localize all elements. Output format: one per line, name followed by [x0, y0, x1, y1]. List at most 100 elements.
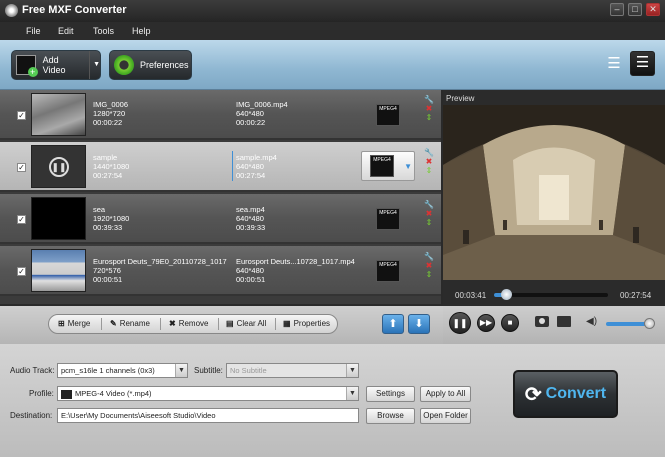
delete-icon[interactable]: ✖: [423, 209, 435, 218]
menu-edit[interactable]: Edit: [58, 26, 74, 36]
output-resolution: 640*480: [236, 162, 264, 171]
remove-button[interactable]: ✖ Remove: [169, 314, 209, 334]
preview-label: Preview: [446, 94, 475, 103]
folder-icon[interactable]: [557, 316, 571, 327]
delete-icon[interactable]: ✖: [423, 261, 435, 270]
camera-icon[interactable]: [535, 316, 549, 327]
source-duration: 00:39:33: [93, 223, 123, 232]
divider: [218, 318, 219, 330]
preferences-button[interactable]: Preferences: [109, 50, 192, 80]
browse-button[interactable]: Browse: [366, 408, 415, 424]
source-info: sample 1440*1080 00:27:54: [93, 153, 129, 180]
arrow-up-icon: ⬆: [388, 318, 398, 330]
preferences-label: Preferences: [140, 60, 189, 70]
format-badge[interactable]: MPEG4: [376, 260, 400, 282]
merge-button[interactable]: ⊞ Merge: [58, 314, 90, 334]
gear-icon: [114, 55, 134, 75]
convert-button[interactable]: ⟳ Convert: [513, 370, 618, 418]
settings-button[interactable]: Settings: [366, 386, 415, 402]
source-resolution: 1440*1080: [93, 162, 130, 171]
file-checkbox[interactable]: ✓: [17, 267, 26, 276]
reorder-icon[interactable]: ⇕: [423, 166, 435, 175]
format-dropdown[interactable]: MPEG4 ▼: [361, 151, 415, 181]
profile-value: MPEG-4 Video (*.mp4): [75, 389, 152, 398]
properties-label: Properties: [293, 319, 331, 328]
output-duration: 00:00:51: [236, 275, 266, 284]
reorder-icon[interactable]: ⇕: [423, 218, 435, 227]
audio-track-select[interactable]: pcm_s16le 1 channels (0x3) ▼: [57, 363, 188, 378]
stop-button[interactable]: ■: [501, 314, 519, 332]
output-duration: 00:27:54: [236, 171, 266, 180]
format-badge[interactable]: MPEG4: [376, 104, 400, 126]
output-info: sea.mp4 640*480 00:39:33: [236, 205, 265, 232]
clear-all-button[interactable]: ▤ Clear All: [226, 314, 266, 334]
source-info: sea 1920*1080 00:39:33: [93, 205, 129, 232]
wrench-icon[interactable]: 🔧: [423, 95, 435, 104]
format-badge-label: MPEG4: [379, 262, 397, 268]
delete-icon[interactable]: ✖: [423, 157, 435, 166]
progress-handle[interactable]: [500, 289, 512, 300]
rename-button[interactable]: ✎ Rename: [110, 314, 150, 334]
file-checkbox[interactable]: ✓: [17, 111, 26, 120]
wrench-icon[interactable]: 🔧: [423, 200, 435, 209]
pause-icon[interactable]: ❚❚: [49, 157, 69, 177]
menu-tools[interactable]: Tools: [93, 26, 114, 36]
wrench-icon[interactable]: 🔧: [423, 252, 435, 261]
edit-caret: [232, 151, 233, 181]
merge-label: Merge: [67, 319, 91, 328]
mpeg-icon: [61, 389, 72, 399]
row-actions: 🔧 ✖ ⇕: [423, 252, 435, 279]
divider: [101, 318, 102, 330]
move-up-button[interactable]: ⬆: [382, 314, 404, 334]
reorder-icon[interactable]: ⇕: [423, 113, 435, 122]
video-thumbnail: [31, 249, 86, 292]
video-thumbnail: ❚❚: [31, 145, 86, 188]
volume-icon[interactable]: ◀): [586, 316, 597, 327]
wrench-icon[interactable]: 🔧: [423, 148, 435, 157]
row-actions: 🔧 ✖ ⇕: [423, 148, 435, 175]
open-folder-button[interactable]: Open Folder: [420, 408, 471, 424]
format-badge-label: MPEG4: [373, 157, 391, 163]
output-name: sea.mp4: [236, 205, 265, 214]
subtitle-label: Subtitle:: [194, 366, 223, 375]
audio-track-label: Audio Track:: [10, 366, 55, 375]
reorder-icon[interactable]: ⇕: [423, 270, 435, 279]
close-button[interactable]: ✕: [646, 3, 660, 16]
source-resolution: 1280*720: [93, 109, 126, 118]
destination-input[interactable]: E:\User\My Documents\Aiseesoft Studio\Vi…: [57, 408, 359, 423]
apply-to-all-button[interactable]: Apply to All: [420, 386, 471, 402]
chevron-down-icon[interactable]: ▼: [404, 162, 412, 171]
file-checkbox[interactable]: ✓: [17, 163, 26, 172]
subtitle-select[interactable]: No Subtitle ▼: [226, 363, 359, 378]
detail-view-icon[interactable]: ☰: [630, 51, 655, 76]
profile-label: Profile:: [29, 389, 54, 398]
film-add-icon: +: [16, 55, 38, 77]
delete-icon[interactable]: ✖: [423, 104, 435, 113]
file-checkbox[interactable]: ✓: [17, 215, 26, 224]
add-video-label: Add Video: [42, 55, 66, 75]
source-resolution: 1920*1080: [93, 214, 130, 223]
source-name: sea: [93, 205, 106, 214]
rename-label: Rename: [119, 319, 150, 328]
menu-help[interactable]: Help: [132, 26, 151, 36]
remove-label: Remove: [178, 319, 209, 328]
chevron-down-icon[interactable]: ▼: [89, 51, 100, 79]
format-badge-label: MPEG4: [379, 210, 397, 216]
properties-button[interactable]: ▦ Properties: [283, 314, 330, 334]
fast-forward-button[interactable]: ▶▶: [477, 314, 495, 332]
list-view-icon[interactable]: ☰: [605, 54, 623, 74]
menu-file[interactable]: File: [26, 26, 41, 36]
profile-select[interactable]: MPEG-4 Video (*.mp4) ▼: [57, 386, 359, 401]
minimize-button[interactable]: –: [610, 3, 624, 16]
output-info: IMG_0006.mp4 640*480 00:00:22: [236, 100, 288, 127]
move-down-button[interactable]: ⬇: [408, 314, 430, 334]
format-badge[interactable]: MPEG4: [376, 208, 400, 230]
maximize-button[interactable]: □: [628, 3, 642, 16]
add-video-button[interactable]: + Add Video ▼: [11, 50, 101, 80]
rename-icon: ✎: [110, 319, 117, 328]
pause-button[interactable]: ❚❚: [449, 312, 471, 334]
output-resolution: 640*480: [236, 109, 264, 118]
destination-label: Destination:: [10, 411, 53, 420]
output-duration: 00:39:33: [236, 223, 266, 232]
output-info: Eurosport Deuts...10728_1017.mp4 640*480…: [236, 257, 355, 284]
